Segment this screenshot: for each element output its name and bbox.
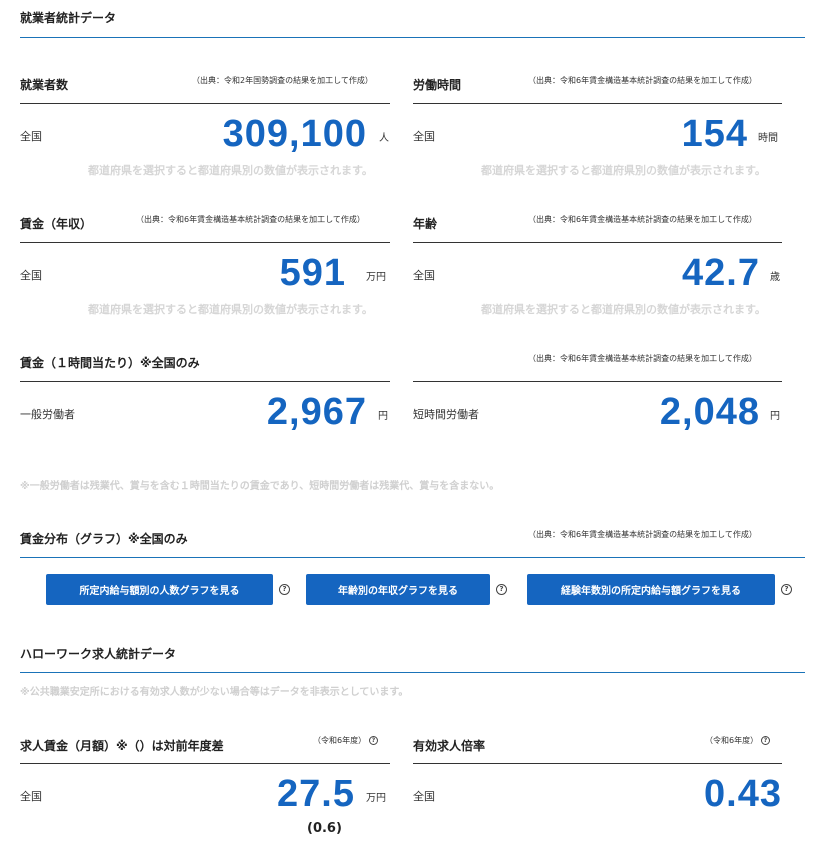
workers-prefecture-hint: 都道府県を選択すると都道府県別の数値が表示されます。 (88, 164, 373, 177)
hourly-wage-note: ※一般労働者は残業代、賞与を含む１時間当たりの賃金であり、短時間労働者は残業代、… (20, 481, 500, 492)
help-icon[interactable]: ? (781, 584, 792, 595)
job-ratio-area-label: 全国 (413, 790, 435, 803)
workers-title: 就業者数 (20, 78, 69, 92)
hours-unit: 時間 (758, 133, 778, 144)
salary-headcount-graph-button[interactable]: 所定内給与額別の人数グラフを見る (46, 574, 273, 605)
general-worker-label: 一般労働者 (20, 408, 75, 421)
wage-hourly-title: 賃金（１時間当たり）※全国のみ (20, 356, 200, 370)
age-title: 年齢 (413, 217, 438, 231)
job-ratio-divider (413, 763, 782, 764)
age-value: 42.7 (682, 252, 760, 294)
wage-annual-source: （出典：令和6年賃金構造基本統計調査の結果を加工して作成） (136, 215, 365, 224)
section-title-hellowork: ハローワーク求人統計データ (20, 647, 177, 661)
help-icon[interactable]: ? (761, 736, 770, 745)
wage-annual-title: 賃金（年収） (20, 217, 93, 231)
job-wage-title: 求人賃金（月額）※（）は対前年度差 (20, 739, 224, 753)
hours-prefecture-hint: 都道府県を選択すると都道府県別の数値が表示されます。 (481, 164, 766, 177)
wage-hourly-divider-right (413, 381, 782, 382)
job-wage-diff: (0.6) (307, 821, 342, 836)
job-ratio-year: （令和6年度） (705, 736, 759, 745)
general-worker-value: 2,967 (266, 391, 367, 433)
experience-salary-graph-button[interactable]: 経験年数別の所定内給与額グラフを見る (527, 574, 775, 605)
job-ratio-value: 0.43 (704, 773, 782, 815)
workers-divider (20, 103, 390, 104)
help-icon[interactable]: ? (279, 584, 290, 595)
wage-annual-unit: 万円 (366, 272, 386, 283)
job-wage-value: 27.5 (277, 773, 355, 815)
wage-distribution-divider (20, 557, 805, 558)
job-wage-area-label: 全国 (20, 790, 42, 803)
section-divider (20, 37, 805, 38)
short-worker-label: 短時間労働者 (413, 408, 479, 421)
wage-hourly-divider-left (20, 381, 390, 382)
workers-area-label: 全国 (20, 130, 42, 143)
wage-annual-divider (20, 242, 390, 243)
hellowork-note: ※公共職業安定所における有効求人数が少ない場合等はデータを非表示としています。 (20, 687, 409, 698)
workers-unit: 人 (379, 133, 389, 144)
section-title-employment: 就業者統計データ (20, 11, 117, 25)
short-worker-unit: 円 (770, 411, 780, 422)
job-wage-unit: 万円 (366, 793, 386, 804)
help-icon[interactable]: ? (496, 584, 507, 595)
age-source: （出典：令和6年賃金構造基本統計調査の結果を加工して作成） (528, 215, 757, 224)
help-icon[interactable]: ? (369, 736, 378, 745)
age-income-graph-button[interactable]: 年齢別の年収グラフを見る (306, 574, 490, 605)
wage-annual-area-label: 全国 (20, 269, 42, 282)
wage-distribution-title: 賃金分布（グラフ）※全国のみ (20, 532, 188, 546)
workers-source: （出典：令和2年国勢調査の結果を加工して作成） (192, 76, 373, 85)
wage-annual-value: 591 (279, 252, 346, 294)
hours-title: 労働時間 (413, 78, 462, 92)
workers-value: 309,100 (222, 113, 367, 155)
hours-divider (413, 103, 782, 104)
age-area-label: 全国 (413, 269, 435, 282)
hours-area-label: 全国 (413, 130, 435, 143)
section-divider (20, 672, 805, 673)
short-worker-value: 2,048 (659, 391, 760, 433)
age-divider (413, 242, 782, 243)
job-wage-year: （令和6年度） (313, 736, 367, 745)
wage-distribution-source: （出典：令和6年賃金構造基本統計調査の結果を加工して作成） (528, 530, 757, 539)
job-wage-divider (20, 763, 390, 764)
wage-hourly-source: （出典：令和6年賃金構造基本統計調査の結果を加工して作成） (528, 354, 757, 363)
hours-source: （出典：令和6年賃金構造基本統計調査の結果を加工して作成） (528, 76, 757, 85)
general-worker-unit: 円 (378, 411, 388, 422)
job-ratio-title: 有効求人倍率 (413, 739, 486, 753)
age-unit: 歳 (770, 272, 780, 283)
hours-value: 154 (681, 113, 748, 155)
age-prefecture-hint: 都道府県を選択すると都道府県別の数値が表示されます。 (481, 303, 766, 316)
wage-annual-prefecture-hint: 都道府県を選択すると都道府県別の数値が表示されます。 (88, 303, 373, 316)
